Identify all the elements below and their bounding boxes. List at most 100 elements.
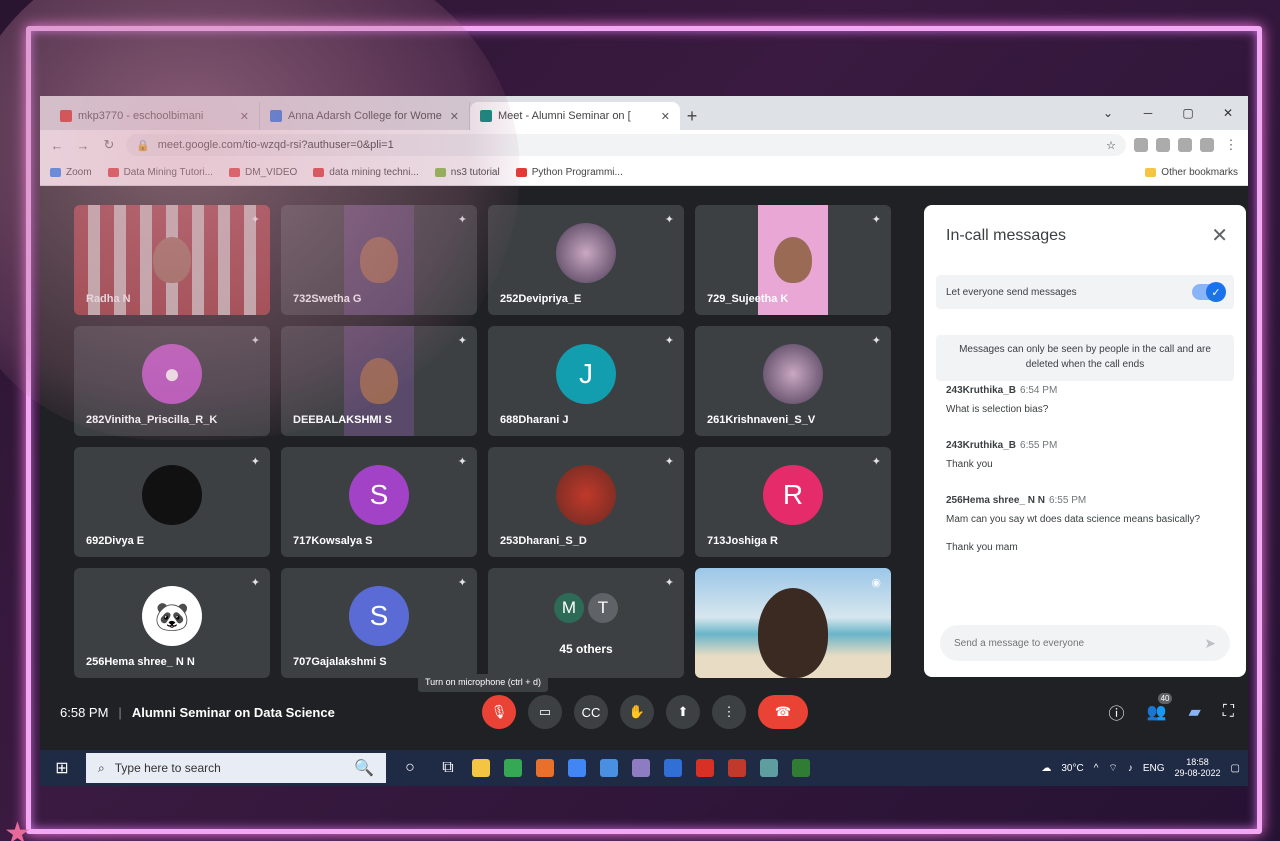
participant-tile[interactable]: ● ✦ 282Vinitha_Priscilla_R_K bbox=[74, 326, 270, 436]
puzzle-icon[interactable] bbox=[1156, 138, 1170, 152]
camera-button[interactable]: ▭ bbox=[528, 695, 562, 729]
pin-icon[interactable]: ✦ bbox=[872, 213, 881, 226]
avatar-initial: S bbox=[369, 479, 389, 511]
notification-icon[interactable]: ▢ bbox=[1231, 763, 1240, 774]
participant-tile[interactable]: ✦ 261Krishnaveni_S_V bbox=[695, 326, 891, 436]
bookmark-item[interactable]: Data Mining Tutori... bbox=[107, 167, 213, 178]
pin-icon[interactable]: ◉ bbox=[871, 576, 881, 589]
bookmark-item[interactable]: data mining techni... bbox=[313, 167, 419, 178]
message-sender: 243Kruthika_B bbox=[946, 385, 1017, 396]
forward-icon[interactable]: → bbox=[74, 138, 92, 153]
leave-call-button[interactable]: ☎ bbox=[758, 695, 808, 729]
excel-icon[interactable] bbox=[792, 759, 810, 777]
more-options-button[interactable]: ⋮ bbox=[712, 695, 746, 729]
present-button[interactable]: ⬆ bbox=[666, 695, 700, 729]
pin-icon[interactable]: ✦ bbox=[251, 455, 260, 468]
people-button[interactable]: 👥 40 bbox=[1147, 693, 1173, 722]
pin-icon[interactable]: ✦ bbox=[251, 334, 260, 347]
close-icon[interactable]: ✕ bbox=[1211, 223, 1228, 248]
pin-icon[interactable]: ✦ bbox=[872, 334, 881, 347]
participant-tile[interactable]: ✦ Radha N bbox=[74, 205, 270, 315]
taskbar-search[interactable]: ⌕ Type here to search 🔍 bbox=[86, 753, 386, 783]
participant-tile[interactable]: ◉ bbox=[695, 568, 891, 678]
message-input[interactable] bbox=[954, 637, 1205, 649]
volume-icon[interactable]: ♪ bbox=[1128, 763, 1133, 774]
windows-start-icon[interactable]: ⊞ bbox=[48, 758, 76, 778]
browser-tab[interactable]: mkp3770 - eschoolbimani ✕ bbox=[50, 102, 260, 130]
bookmark-item[interactable]: ns3 tutorial bbox=[434, 167, 500, 178]
participant-tile[interactable]: 🐼 ✦ 256Hema shree_ N N bbox=[74, 568, 270, 678]
pin-icon[interactable]: ✦ bbox=[251, 213, 260, 226]
pin-icon[interactable]: ✦ bbox=[665, 576, 674, 589]
reload-icon[interactable]: ↻ bbox=[100, 137, 118, 153]
word-icon[interactable] bbox=[664, 759, 682, 777]
back-icon[interactable]: ← bbox=[48, 138, 66, 153]
raise-hand-button[interactable]: ✋ bbox=[620, 695, 654, 729]
participant-tile[interactable]: R ✦ 713Joshiga R bbox=[695, 447, 891, 557]
participant-tile[interactable]: ✦ 692Divya E bbox=[74, 447, 270, 557]
captions-button[interactable]: CC bbox=[574, 695, 608, 729]
cortana-icon[interactable]: ○ bbox=[396, 759, 424, 777]
paint-icon[interactable] bbox=[632, 759, 650, 777]
close-tab-icon[interactable]: ✕ bbox=[450, 110, 459, 123]
participant-tile[interactable]: ✦ DEEBALAKSHMI S bbox=[281, 326, 477, 436]
participant-tile[interactable]: M T ✦ 45 others bbox=[488, 568, 684, 678]
bookmark-item[interactable]: DM_VIDEO bbox=[229, 167, 297, 178]
minimize-icon[interactable]: ─ bbox=[1128, 106, 1168, 120]
bookmark-item[interactable]: Zoom bbox=[50, 167, 92, 178]
sidebar-icon[interactable] bbox=[1178, 138, 1192, 152]
task-view-icon[interactable]: ⧉ bbox=[434, 759, 462, 777]
close-tab-icon[interactable]: ✕ bbox=[661, 110, 670, 123]
participant-tile[interactable]: S ✦ 707Gajalakshmi S bbox=[281, 568, 477, 678]
pin-icon[interactable]: ✦ bbox=[665, 455, 674, 468]
edge-icon[interactable] bbox=[568, 759, 586, 777]
network-icon[interactable]: ⌔ bbox=[1108, 762, 1117, 775]
participant-tile[interactable]: ✦ 732Swetha G bbox=[281, 205, 477, 315]
chevron-down-icon[interactable]: ⌄ bbox=[1088, 106, 1128, 120]
participant-tile[interactable]: S ✦ 717Kowsalya S bbox=[281, 447, 477, 557]
pin-icon[interactable]: ✦ bbox=[458, 455, 467, 468]
other-bookmarks[interactable]: Other bookmarks bbox=[1145, 167, 1238, 178]
firefox-icon[interactable] bbox=[536, 759, 554, 777]
file-explorer-icon[interactable] bbox=[472, 759, 490, 777]
message-text: What is selection bias? bbox=[946, 404, 1049, 415]
chrome-icon[interactable] bbox=[504, 759, 522, 777]
star-bookmark-icon[interactable]: ☆ bbox=[1106, 139, 1116, 152]
menu-icon[interactable]: ⋮ bbox=[1222, 137, 1240, 153]
browser-tab[interactable]: Meet - Alumni Seminar on [ ✕ bbox=[470, 102, 680, 130]
mic-off-button[interactable]: 🎙 bbox=[482, 695, 516, 729]
browser-tab[interactable]: Anna Adarsh College for Wome ✕ bbox=[260, 102, 470, 130]
participant-tile[interactable]: ✦ 253Dharani_S_D bbox=[488, 447, 684, 557]
pin-icon[interactable]: ✦ bbox=[872, 455, 881, 468]
info-icon[interactable]: ⓘ bbox=[1109, 700, 1125, 724]
pin-icon[interactable]: ✦ bbox=[458, 213, 467, 226]
new-tab-button[interactable]: + bbox=[680, 102, 704, 130]
snip-icon[interactable] bbox=[760, 759, 778, 777]
tray-chevron-icon[interactable]: ^ bbox=[1094, 763, 1099, 774]
pin-icon[interactable]: ✦ bbox=[665, 334, 674, 347]
address-bar[interactable]: 🔒 meet.google.com/tio-wzqd-rsi?authuser=… bbox=[126, 134, 1126, 156]
participant-tile[interactable]: ✦ 729_Sujeetha K bbox=[695, 205, 891, 315]
pin-icon[interactable]: ✦ bbox=[665, 213, 674, 226]
close-icon[interactable]: ✕ bbox=[1208, 106, 1248, 120]
youtube-icon[interactable] bbox=[696, 759, 714, 777]
photos-icon[interactable] bbox=[600, 759, 618, 777]
chat-icon[interactable]: ▰ bbox=[1188, 702, 1200, 722]
bookmark-item[interactable]: Python Programmi... bbox=[515, 167, 623, 178]
profile-icon[interactable] bbox=[1200, 138, 1214, 152]
maximize-icon[interactable]: ▢ bbox=[1168, 106, 1208, 120]
pin-icon[interactable]: ✦ bbox=[458, 576, 467, 589]
extension-icon[interactable] bbox=[1134, 138, 1148, 152]
pin-icon[interactable]: ✦ bbox=[458, 334, 467, 347]
participant-tile[interactable]: ✦ 252Devipriya_E bbox=[488, 205, 684, 315]
message-permission-toggle[interactable]: ✓ bbox=[1192, 282, 1226, 302]
pin-icon[interactable]: ✦ bbox=[251, 576, 260, 589]
close-tab-icon[interactable]: ✕ bbox=[240, 110, 249, 123]
activities-icon[interactable]: ⛶ bbox=[1223, 703, 1234, 721]
acrobat-icon[interactable] bbox=[728, 759, 746, 777]
send-icon[interactable]: ➤ bbox=[1204, 635, 1216, 652]
participant-tile[interactable]: J ✦ 688Dharani J bbox=[488, 326, 684, 436]
participant-name: 45 others bbox=[559, 642, 613, 656]
language-indicator[interactable]: ENG bbox=[1143, 763, 1165, 774]
clock[interactable]: 18:58 29-08-2022 bbox=[1175, 757, 1221, 779]
